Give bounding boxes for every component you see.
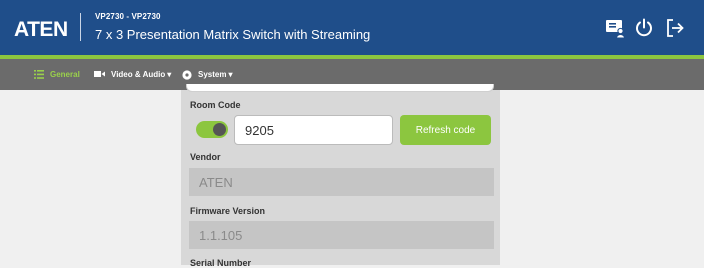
vendor-label: Vendor [190,152,221,162]
list-icon [34,70,44,79]
firmware-field: 1.1.105 [189,221,494,249]
logout-icon[interactable] [664,17,686,39]
app-header: ATEN VP2730 - VP2730 7 x 3 Presentation … [0,0,704,55]
model-number: VP2730 - VP2730 [95,12,161,21]
room-code-toggle[interactable] [196,121,228,138]
product-name: 7 x 3 Presentation Matrix Switch with St… [95,27,371,42]
refresh-code-button[interactable]: Refresh code [400,115,491,145]
svg-text:ATEN: ATEN [14,18,68,39]
serial-label: Serial Number [190,258,252,268]
chevron-down-icon: ▾ [228,70,233,79]
nav-video-audio-label: Video & Audio [111,70,166,79]
toggle-knob [213,123,226,136]
vendor-field: ATEN [189,168,494,196]
nav-video-audio[interactable]: Video & Audio ▾ [94,59,171,90]
room-code-input[interactable] [234,115,393,145]
gear-icon [182,69,192,80]
monitor-user-icon[interactable] [604,17,626,39]
video-icon [94,71,105,77]
chevron-down-icon: ▾ [167,70,172,79]
power-icon[interactable] [633,17,655,39]
firmware-label: Firmware Version [190,206,266,216]
aten-logo: ATEN [14,18,68,39]
panel-top-edge [186,84,494,92]
logo-divider [80,13,81,41]
nav-general[interactable]: General [34,59,80,90]
room-code-label: Room Code [190,100,241,110]
nav-general-label: General [50,70,80,79]
nav-system-label: System [198,70,227,79]
